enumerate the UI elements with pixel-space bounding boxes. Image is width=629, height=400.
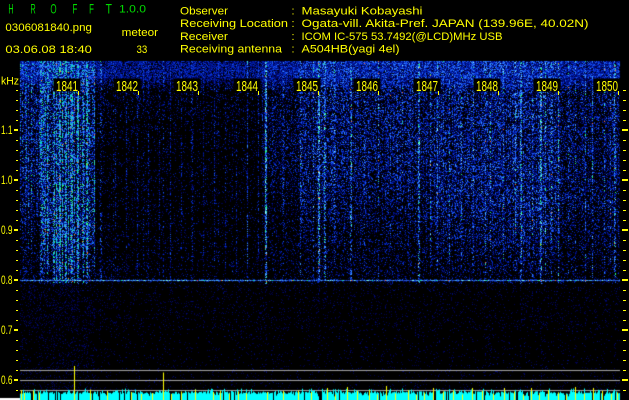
svg-text:Receiver: Receiver — [180, 31, 229, 43]
svg-text:1842: 1842 — [116, 78, 138, 94]
svg-text:1.0: 1.0 — [1, 173, 13, 187]
svg-text:kHz: kHz — [1, 76, 19, 88]
svg-text:0.6: 0.6 — [1, 373, 13, 387]
svg-text:0.7: 0.7 — [1, 323, 13, 337]
svg-text:meteor: meteor — [122, 27, 159, 39]
svg-text:O: O — [50, 2, 56, 17]
svg-text:03.06.08 18:40: 03.06.08 18:40 — [5, 44, 92, 56]
svg-text:Receiving Location: Receiving Location — [180, 18, 288, 30]
svg-text::: : — [292, 5, 295, 17]
svg-text:1.0.0: 1.0.0 — [119, 4, 146, 16]
svg-text:1843: 1843 — [176, 78, 198, 94]
svg-text:F: F — [73, 2, 78, 17]
svg-text:H: H — [8, 2, 13, 17]
svg-text:0.8: 0.8 — [1, 273, 13, 287]
svg-text:1.1: 1.1 — [1, 123, 13, 137]
svg-text:1848: 1848 — [476, 78, 498, 94]
svg-text:Receiving antenna: Receiving antenna — [180, 44, 282, 56]
svg-text:33: 33 — [137, 44, 148, 56]
svg-text:1844: 1844 — [236, 78, 258, 94]
svg-text:1847: 1847 — [416, 78, 438, 94]
svg-text:A504HB(yagi 4el): A504HB(yagi 4el) — [302, 44, 400, 56]
svg-text::: : — [292, 44, 295, 56]
svg-text:R: R — [31, 2, 36, 17]
svg-text:Masayuki Kobayashi: Masayuki Kobayashi — [302, 5, 423, 17]
svg-text:1846: 1846 — [356, 78, 378, 94]
svg-text:Observer: Observer — [180, 5, 229, 17]
svg-text:Ogata-vill. Akita-Pref. JAPAN: Ogata-vill. Akita-Pref. JAPAN (139.96E, … — [302, 18, 589, 30]
svg-text:F: F — [89, 2, 94, 17]
svg-text:T: T — [106, 2, 113, 17]
svg-text::: : — [292, 31, 295, 43]
svg-text::: : — [292, 18, 295, 30]
svg-text:1841: 1841 — [56, 78, 78, 94]
svg-text:1845: 1845 — [296, 78, 318, 94]
svg-text:0.9: 0.9 — [1, 223, 13, 237]
svg-text:1849: 1849 — [536, 78, 558, 94]
svg-text:1850: 1850 — [596, 78, 618, 94]
svg-text:0306081840.png: 0306081840.png — [5, 22, 92, 34]
svg-text:ICOM IC-575 53.7492(@LCD)MHz U: ICOM IC-575 53.7492(@LCD)MHz USB — [302, 31, 503, 43]
